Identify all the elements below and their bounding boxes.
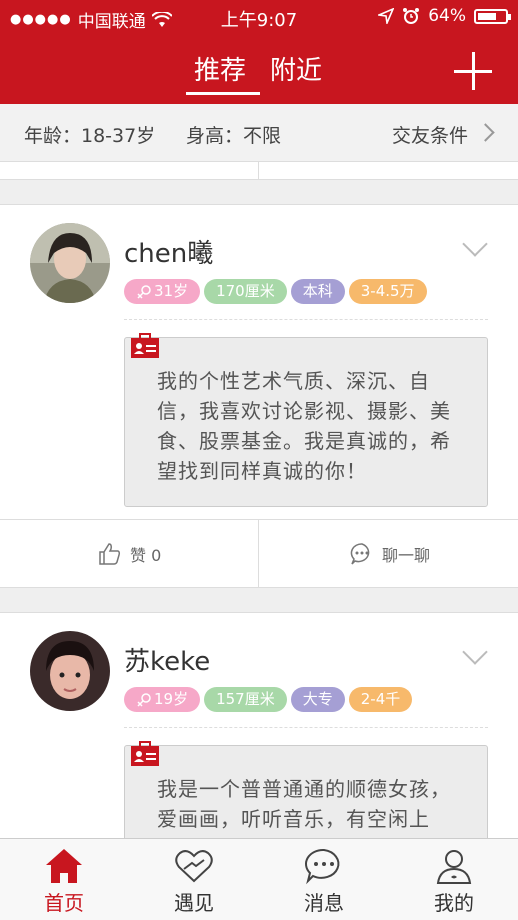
tag-row: 19岁 157厘米 大专 2-4千 [124, 687, 413, 712]
add-plus-icon[interactable] [454, 52, 492, 90]
education-tag: 本科 [290, 279, 345, 304]
tab-recommend[interactable]: 推荐 [194, 50, 246, 87]
chat-bubble-icon [305, 848, 340, 885]
like-button[interactable]: 赞 0 [98, 542, 161, 566]
app-screen: ●●●●● 中国联通 上午9:07 64% 推荐 附近 年龄：18-37岁 身高… [0, 0, 518, 920]
previous-card-footer [0, 162, 518, 180]
active-tab-indicator [186, 92, 260, 95]
thumbs-up-icon [99, 543, 121, 565]
tab-nearby[interactable]: 附近 [270, 50, 322, 87]
user-name[interactable]: 苏keke [124, 641, 210, 678]
user-icon [436, 850, 472, 884]
education-tag: 大专 [290, 687, 345, 712]
home-icon [46, 849, 82, 883]
nav-messages[interactable]: 消息 [284, 847, 364, 916]
avatar[interactable] [30, 631, 110, 711]
income-tag: 3-4.5万 [348, 279, 427, 304]
female-icon [137, 284, 151, 299]
divider [124, 319, 488, 320]
tab-bar: 推荐 附近 [0, 46, 518, 96]
nav-meet[interactable]: 遇见 [154, 847, 234, 916]
nav-home[interactable]: 首页 [24, 847, 104, 916]
card-actions: 赞 0 聊一聊 [0, 519, 518, 588]
avatar[interactable] [30, 223, 110, 303]
chevron-right-icon [476, 123, 495, 142]
chevron-down-icon[interactable] [462, 639, 488, 665]
battery-icon [474, 8, 511, 24]
user-name[interactable]: chen曦 [124, 233, 213, 270]
alarm-clock-icon [403, 8, 420, 24]
conditions-link[interactable]: 交友条件 [392, 121, 468, 148]
income-tag: 2-4千 [348, 687, 413, 712]
top-header: ●●●●● 中国联通 上午9:07 64% 推荐 附近 [0, 0, 518, 104]
female-icon [137, 692, 151, 707]
age-tag: 19岁 [124, 687, 201, 712]
profile-card[interactable]: 苏keke 19岁 157厘米 大专 2-4千 我是一个普普通通的顺德女孩，爱画… [0, 612, 518, 885]
divider [124, 727, 488, 728]
status-bar: ●●●●● 中国联通 上午9:07 64% [0, 0, 518, 34]
chat-bubble-icon [350, 543, 370, 565]
id-card-icon [131, 741, 159, 766]
chevron-down-icon[interactable] [462, 231, 488, 257]
chat-button[interactable]: 聊一聊 [350, 542, 430, 566]
bottom-nav: 首页 遇见 消息 我的 [0, 838, 518, 920]
filter-bar[interactable]: 年龄：18-37岁 身高：不限 交友条件 [0, 104, 518, 162]
age-tag: 31岁 [124, 279, 201, 304]
height-tag: 157厘米 [204, 687, 287, 712]
location-arrow-icon [378, 8, 395, 24]
height-filter[interactable]: 身高：不限 [186, 121, 281, 148]
heart-hands-icon [175, 850, 213, 883]
battery-percent: 64% [428, 6, 466, 26]
height-tag: 170厘米 [204, 279, 287, 304]
tag-row: 31岁 170厘米 本科 3-4.5万 [124, 279, 427, 304]
nav-mine[interactable]: 我的 [414, 847, 494, 916]
bio-box: 我的个性艺术气质、深沉、自信，我喜欢讨论影视、摄影、美食、股票基金。我是真诚的，… [124, 337, 488, 507]
profile-card[interactable]: chen曦 31岁 170厘米 本科 3-4.5万 我的个性艺术气质、深沉、自信… [0, 204, 518, 588]
age-filter[interactable]: 年龄：18-37岁 [24, 121, 155, 148]
id-card-icon [131, 333, 159, 358]
